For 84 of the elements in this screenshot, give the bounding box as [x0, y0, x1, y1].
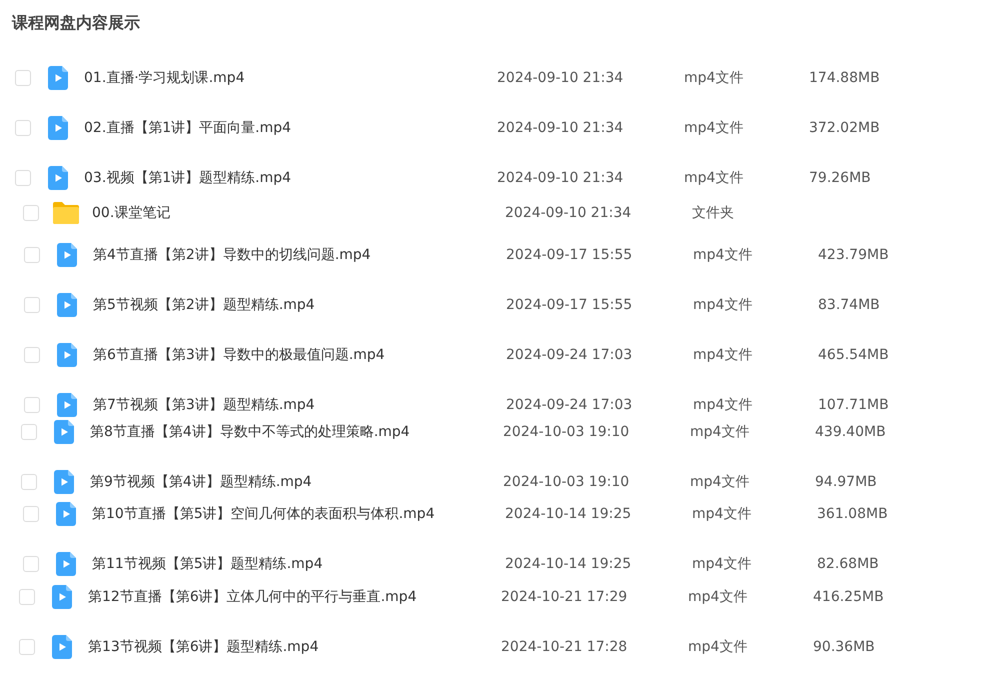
file-size: 416.25MB — [813, 589, 884, 605]
file-type: mp4文件 — [692, 556, 752, 572]
file-name[interactable]: 第7节视频【第3讲】题型精练.mp4 — [93, 397, 315, 413]
file-type: mp4文件 — [693, 297, 752, 313]
file-name[interactable]: 02.直播【第1讲】平面向量.mp4 — [84, 120, 292, 136]
video-file-icon — [57, 343, 77, 367]
checkbox[interactable] — [21, 474, 37, 490]
file-name[interactable]: 00.课堂笔记 — [92, 205, 170, 221]
file-type: mp4文件 — [693, 247, 752, 263]
modified-date: 2024-09-17 15:55 — [506, 247, 632, 263]
file-name[interactable]: 第6节直播【第3讲】导数中的极最值问题.mp4 — [93, 347, 385, 363]
video-file-icon — [54, 420, 74, 444]
checkbox[interactable] — [23, 205, 39, 221]
video-file-icon — [52, 585, 72, 609]
file-size: 361.08MB — [817, 506, 888, 522]
video-file-icon — [52, 635, 72, 659]
file-size: 372.02MB — [809, 120, 880, 136]
file-name[interactable]: 第8节直播【第4讲】导数中不等式的处理策略.mp4 — [90, 424, 410, 440]
checkbox[interactable] — [24, 397, 40, 413]
file-name[interactable]: 第4节直播【第2讲】导数中的切线问题.mp4 — [93, 247, 371, 263]
video-file-icon — [48, 116, 68, 140]
folder-icon — [53, 202, 79, 224]
modified-date: 2024-10-21 17:28 — [501, 639, 628, 655]
file-size: 174.88MB — [809, 70, 880, 86]
video-file-icon — [56, 502, 76, 526]
file-type: mp4文件 — [690, 474, 750, 490]
checkbox[interactable] — [15, 120, 31, 136]
file-name[interactable]: 01.直播·学习规划课.mp4 — [84, 70, 245, 86]
file-name[interactable]: 第12节直播【第6讲】立体几何中的平行与垂直.mp4 — [88, 589, 417, 605]
file-size: 94.97MB — [815, 474, 877, 490]
video-file-icon — [48, 166, 68, 190]
modified-date: 2024-09-24 17:03 — [506, 347, 632, 363]
file-type: mp4文件 — [684, 120, 744, 136]
file-name[interactable]: 第9节视频【第4讲】题型精练.mp4 — [90, 474, 312, 490]
file-size: 83.74MB — [818, 297, 880, 313]
file-type: mp4文件 — [693, 347, 752, 363]
video-file-icon — [57, 293, 77, 317]
file-type: mp4文件 — [688, 639, 748, 655]
modified-date: 2024-10-14 19:25 — [505, 506, 632, 522]
file-type: mp4文件 — [684, 70, 744, 86]
checkbox[interactable] — [21, 424, 37, 440]
checkbox[interactable] — [15, 170, 31, 186]
page-title: 课程网盘内容展示 — [12, 13, 141, 33]
video-file-icon — [54, 470, 74, 494]
modified-date: 2024-10-21 17:29 — [501, 589, 628, 605]
modified-date: 2024-10-03 19:10 — [503, 424, 630, 440]
file-type: mp4文件 — [690, 424, 750, 440]
video-file-icon — [57, 393, 77, 417]
checkbox[interactable] — [15, 70, 31, 86]
file-type: mp4文件 — [692, 506, 752, 522]
file-name[interactable]: 第10节直播【第5讲】空间几何体的表面积与体积.mp4 — [92, 506, 435, 522]
modified-date: 2024-09-10 21:34 — [505, 205, 632, 221]
checkbox[interactable] — [24, 297, 40, 313]
file-name[interactable]: 第11节视频【第5讲】题型精练.mp4 — [92, 556, 323, 572]
checkbox[interactable] — [23, 506, 39, 522]
checkbox[interactable] — [23, 556, 39, 572]
video-file-icon — [48, 66, 68, 90]
checkbox[interactable] — [19, 589, 35, 605]
file-size: 107.71MB — [818, 397, 889, 413]
modified-date: 2024-10-03 19:10 — [503, 474, 630, 490]
modified-date: 2024-09-10 21:34 — [497, 70, 624, 86]
checkbox[interactable] — [24, 247, 40, 263]
file-size: 90.36MB — [813, 639, 875, 655]
file-type: mp4文件 — [693, 397, 752, 413]
file-size: 423.79MB — [818, 247, 889, 263]
modified-date: 2024-09-10 21:34 — [497, 170, 624, 186]
file-name[interactable]: 03.视频【第1讲】题型精练.mp4 — [84, 170, 292, 186]
checkbox[interactable] — [24, 347, 40, 363]
file-type: mp4文件 — [688, 589, 748, 605]
file-size: 439.40MB — [815, 424, 886, 440]
video-file-icon — [57, 243, 77, 267]
file-size: 79.26MB — [809, 170, 871, 186]
file-name[interactable]: 第5节视频【第2讲】题型精练.mp4 — [93, 297, 315, 313]
checkbox[interactable] — [19, 639, 35, 655]
file-type: mp4文件 — [684, 170, 744, 186]
modified-date: 2024-09-24 17:03 — [506, 397, 632, 413]
modified-date: 2024-10-14 19:25 — [505, 556, 632, 572]
file-name[interactable]: 第13节视频【第6讲】题型精练.mp4 — [88, 639, 319, 655]
video-file-icon — [56, 552, 76, 576]
file-type: 文件夹 — [692, 205, 734, 221]
modified-date: 2024-09-17 15:55 — [506, 297, 632, 313]
file-size: 465.54MB — [818, 347, 889, 363]
file-size: 82.68MB — [817, 556, 879, 572]
modified-date: 2024-09-10 21:34 — [497, 120, 624, 136]
